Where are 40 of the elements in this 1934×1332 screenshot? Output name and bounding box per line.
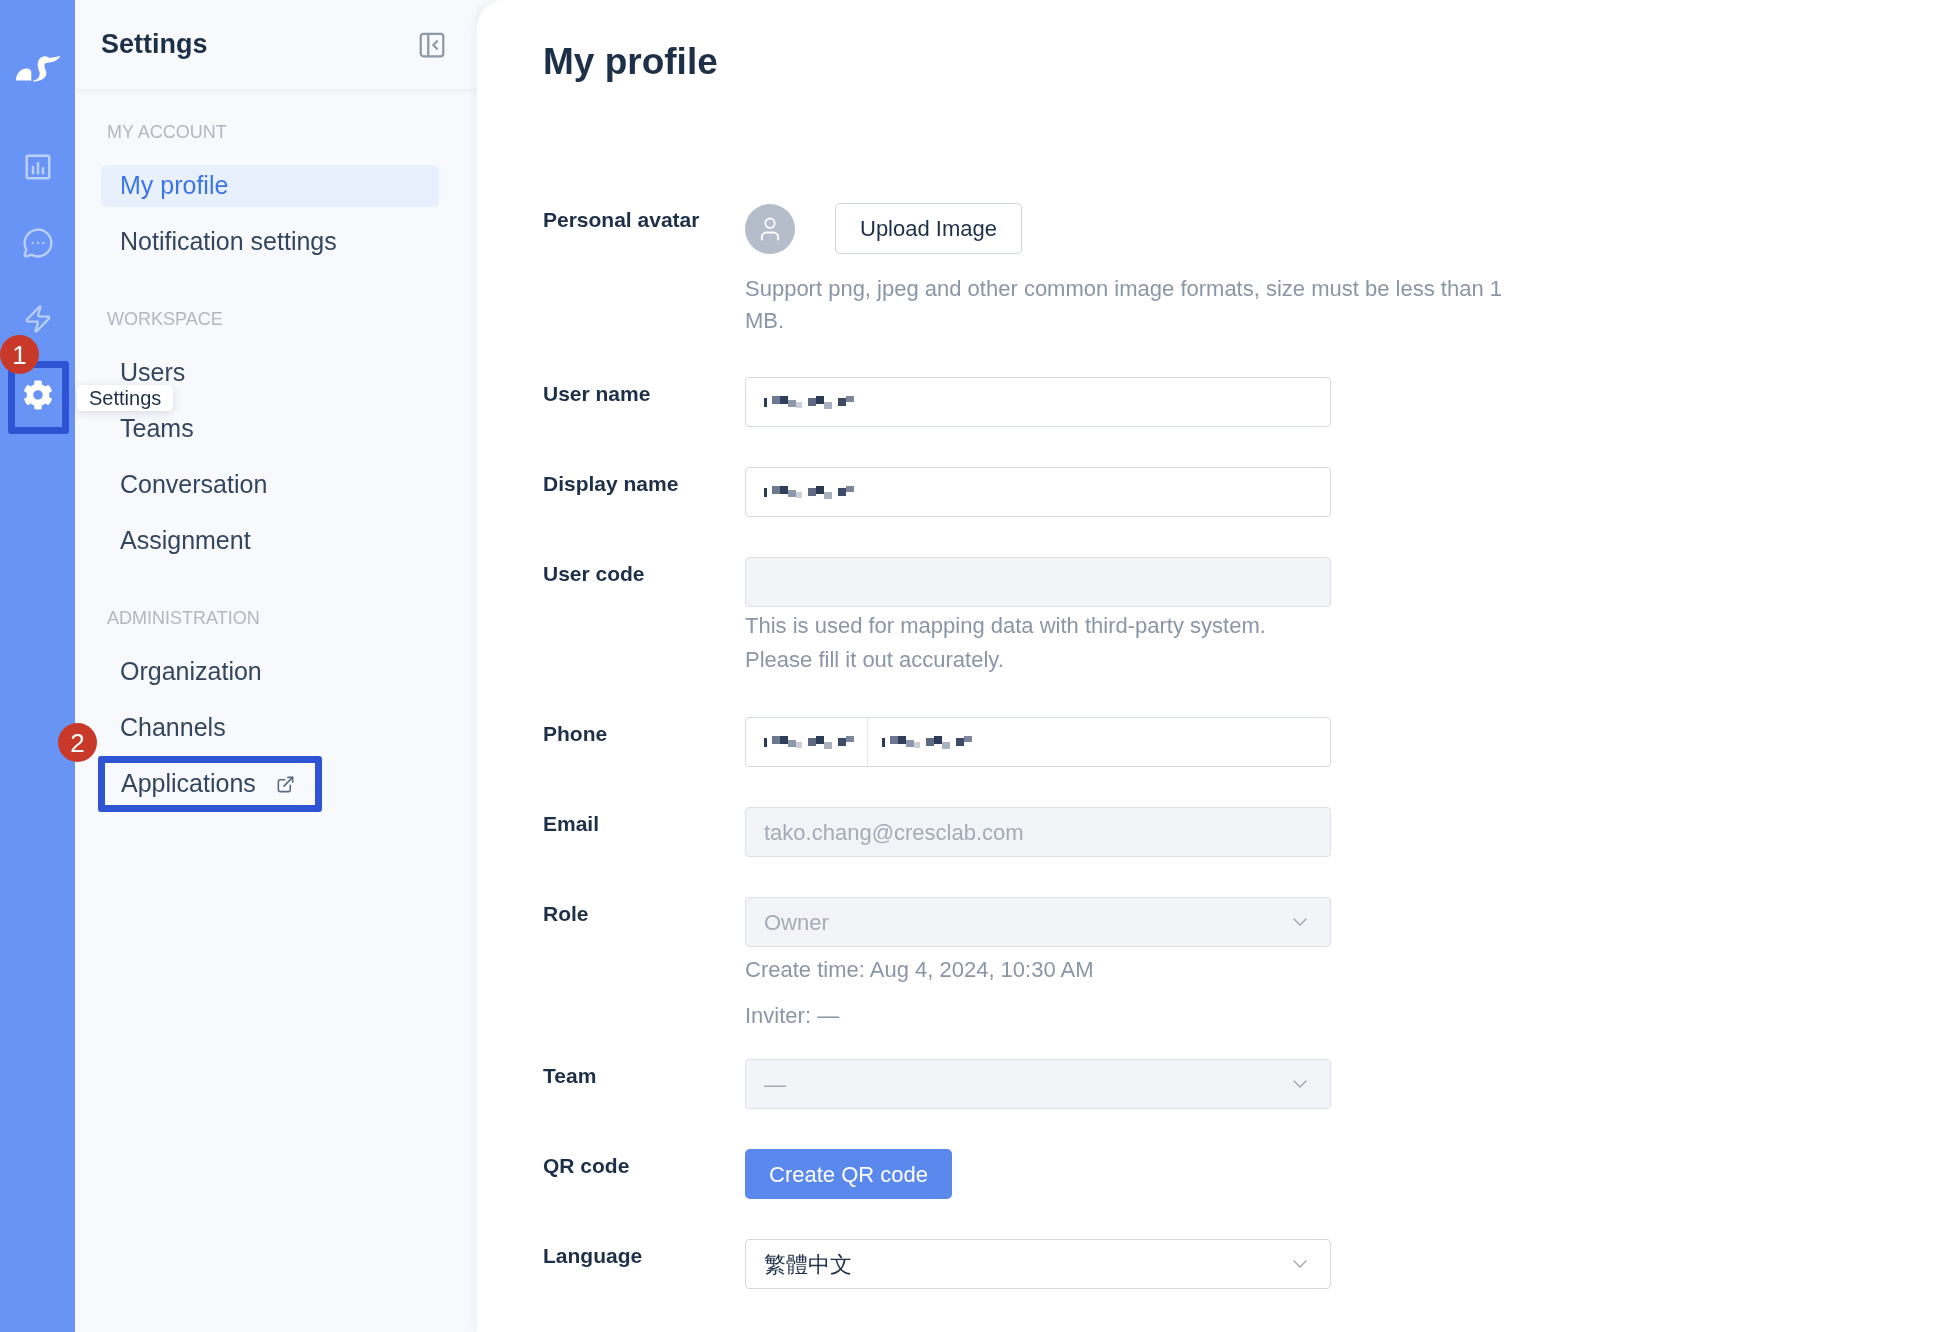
sidebar-item[interactable]: Assignment	[101, 520, 439, 562]
field-label: User name	[543, 382, 651, 405]
section-heading: WORKSPACE	[107, 309, 223, 329]
field-label: Team	[543, 1064, 597, 1087]
field-label: Email	[543, 812, 600, 835]
bird-logo	[14, 53, 61, 83]
sidebar-item[interactable]: Notification settings	[101, 221, 439, 263]
sidebar-item[interactable]: Organization	[101, 651, 439, 693]
field-label: Personal avatar	[543, 208, 700, 231]
sidebar-title: Settings	[101, 28, 208, 62]
section-heading: ADMINISTRATION	[107, 608, 260, 628]
avatar-placeholder-icon	[745, 203, 795, 254]
upload-button[interactable]: Upload Image	[835, 203, 1022, 254]
help-text: Inviter: —	[745, 1002, 841, 1030]
sidebar-item[interactable]: Teams	[101, 408, 439, 450]
phone-input[interactable]	[745, 717, 1331, 767]
field-label: Phone	[543, 722, 608, 745]
help-text: This is used for mapping data with third-party system. Please fill it out accurately.	[745, 612, 1267, 674]
settings-icon	[22, 380, 53, 410]
text-input[interactable]	[745, 377, 1331, 427]
section-heading: MY ACCOUNT	[107, 122, 227, 142]
sidebar-item[interactable]: Applications	[105, 763, 315, 805]
nav-button[interactable]	[21, 379, 54, 411]
nav-button[interactable]	[21, 227, 54, 259]
field-label: Role	[543, 902, 589, 925]
sidebar-item[interactable]: Conversation	[101, 464, 439, 506]
field-label: Language	[543, 1244, 643, 1267]
sidebar-item[interactable]: My profile	[101, 165, 439, 207]
text-input[interactable]	[745, 467, 1331, 517]
field-label: QR code	[543, 1154, 630, 1177]
help-text: Support png, jpeg and other common image formats, size must be less than 1 MB.	[745, 275, 1503, 335]
sidebar-item[interactable]: Channels	[101, 707, 439, 749]
help-text: Create time: Aug 4, 2024, 10:30 AM	[745, 956, 1095, 984]
callout-badge: 1	[0, 335, 39, 374]
tooltip: Settings	[77, 385, 174, 411]
chat-bubble-icon	[21, 227, 54, 259]
page-title: My profile	[543, 40, 718, 84]
field-label: Display name	[543, 472, 679, 495]
field-label: User code	[543, 562, 645, 585]
dropdown-select[interactable]: 繁體中文	[745, 1239, 1331, 1289]
